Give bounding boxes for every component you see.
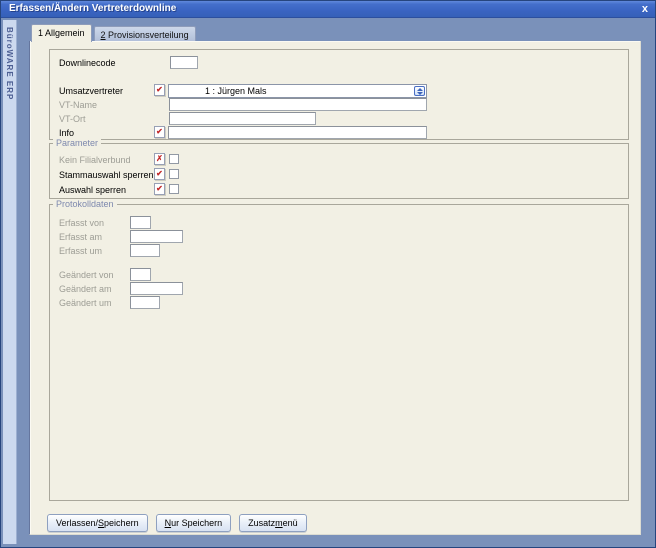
erfasst-am-input	[130, 230, 183, 243]
tab-provision-label: Provisionsverteilung	[106, 30, 189, 40]
auswahl-sperren-checkbox[interactable]	[169, 184, 179, 194]
vt-ort-label: VT-Ort	[59, 113, 86, 125]
tab-allgemein[interactable]: 1 Allgemein	[31, 24, 92, 42]
button-label: Verlassen/	[56, 518, 98, 528]
erfasst-von-input	[130, 216, 151, 229]
umsatzvertreter-value: 1 : Jürgen Mals	[205, 86, 267, 96]
dialog-window: Erfassen/Ändern Vertreterdownline x Büro…	[0, 0, 656, 548]
umsatzvertreter-combobox[interactable]: 1 : Jürgen Mals	[168, 84, 427, 98]
erfasst-um-label: Erfasst um	[59, 245, 102, 257]
vt-ort-input	[169, 112, 316, 125]
tab-allgemein-label: 1 Allgemein	[38, 28, 85, 38]
tab-provisionsverteilung[interactable]: 2 Provisionsverteilung	[94, 26, 196, 42]
status-x-icon[interactable]: ✗	[154, 153, 165, 165]
edit-check-icon[interactable]: ✔	[154, 84, 165, 96]
title-bar: Erfassen/Ändern Vertreterdownline x	[1, 1, 655, 18]
status-check-icon[interactable]: ✔	[154, 183, 165, 195]
auswahl-sperren-label: Auswahl sperren	[59, 184, 126, 196]
button-label: Zusatz	[248, 518, 275, 528]
stammauswahl-sperren-checkbox[interactable]	[169, 169, 179, 179]
stammauswahl-sperren-label: Stammauswahl sperren	[59, 169, 154, 181]
edit-check-icon[interactable]: ✔	[154, 126, 165, 138]
tab-page-allgemein: Downlinecode Umsatzvertreter ✔ 1 : Jürge…	[29, 41, 641, 535]
window-title: Erfassen/Ändern Vertreterdownline	[9, 3, 176, 14]
vt-name-label: VT-Name	[59, 99, 97, 111]
arrow-down-icon	[417, 92, 423, 95]
button-label: ur Speichern	[171, 518, 222, 528]
button-label: peichern	[104, 518, 139, 528]
zusatzmenu-button[interactable]: Zusatzmenü	[239, 514, 307, 532]
verlassen-speichern-button[interactable]: Verlassen/Speichern	[47, 514, 148, 532]
button-row: Verlassen/Speichern Nur Speichern Zusatz…	[47, 514, 307, 532]
geaendert-um-label: Geändert um	[59, 297, 112, 309]
button-label: enü	[283, 518, 298, 528]
info-input[interactable]	[168, 126, 427, 139]
geaendert-von-label: Geändert von	[59, 269, 114, 281]
status-check-icon[interactable]: ✔	[154, 168, 165, 180]
downlinecode-input[interactable]	[170, 56, 198, 69]
geaendert-am-label: Geändert am	[59, 283, 112, 295]
group-parameter-title: Parameter	[53, 138, 101, 148]
app-side-tab-label: BüroWARE ERP	[5, 27, 14, 100]
erfasst-um-input	[130, 244, 160, 257]
downlinecode-label: Downlinecode	[59, 57, 116, 69]
erfasst-am-label: Erfasst am	[59, 231, 102, 243]
tab-strip: 1 Allgemein 2 Provisionsverteilung	[31, 24, 196, 42]
umsatzvertreter-label: Umsatzvertreter	[59, 85, 123, 97]
vt-name-input	[169, 98, 427, 111]
nur-speichern-button[interactable]: Nur Speichern	[156, 514, 232, 532]
geaendert-um-input	[130, 296, 160, 309]
erfasst-von-label: Erfasst von	[59, 217, 104, 229]
geaendert-von-input	[130, 268, 151, 281]
arrow-up-icon	[417, 88, 423, 91]
app-side-tab: BüroWARE ERP	[3, 20, 17, 544]
kein-filialverbund-label: Kein Filialverbund	[59, 154, 131, 166]
group-protokolldaten-title: Protokolldaten	[53, 199, 117, 209]
button-mnemonic: m	[275, 518, 283, 528]
kein-filialverbund-checkbox[interactable]	[169, 154, 179, 164]
spinner-icon[interactable]	[414, 86, 425, 96]
geaendert-am-input	[130, 282, 183, 295]
close-icon[interactable]: x	[642, 2, 648, 17]
